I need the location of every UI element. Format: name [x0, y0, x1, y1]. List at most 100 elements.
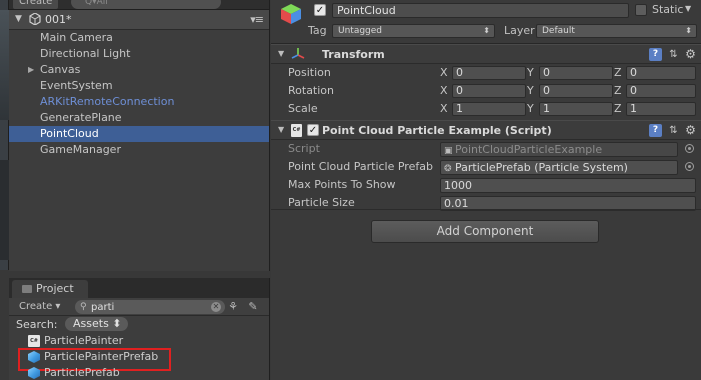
project-tab-bar: Project [9, 278, 269, 298]
static-dropdown-icon[interactable]: ▼ [685, 4, 691, 13]
max-points-field[interactable]: 1000 [440, 178, 696, 193]
inspector-header: ✓ PointCloud Static ▼ Tag Untagged ⬍ Laye… [271, 0, 701, 44]
scale-label: Scale [288, 102, 318, 115]
filter-by-label-icon[interactable]: ✎ [247, 301, 259, 313]
expand-arrow-icon[interactable]: ▼ [15, 14, 22, 24]
script-label: Script [288, 142, 320, 155]
tag-value: Untagged [338, 26, 383, 36]
rotation-label: Rotation [288, 84, 335, 97]
scale-row: Scale X 1 Y 1 Z 1 [271, 100, 701, 118]
asset-particle-painter[interactable]: C# ParticlePainter [9, 333, 269, 349]
hierarchy-item-label: EventSystem [40, 79, 113, 92]
gameobject-cube-icon [281, 4, 301, 24]
asset-label: ParticlePainter [44, 334, 124, 347]
fold-arrow-icon[interactable]: ▼ [278, 125, 284, 134]
prefab-label: Point Cloud Particle Prefab [288, 160, 433, 173]
add-component-button[interactable]: Add Component [371, 220, 599, 243]
hierarchy-item-directional-light[interactable]: Directional Light [9, 46, 269, 62]
hierarchy-search-input[interactable]: Q▾All [71, 0, 221, 9]
prefab-object-field[interactable]: ❂ ParticlePrefab (Particle System) [440, 160, 678, 175]
project-search-box[interactable]: ⚲ ✕ [75, 300, 225, 314]
hierarchy-create-button[interactable]: Create [13, 0, 59, 9]
fold-arrow-icon[interactable]: ▼ [278, 49, 284, 58]
help-icon[interactable]: ? [649, 48, 662, 61]
scene-ground [0, 160, 9, 260]
hierarchy-item-canvas[interactable]: ▶ Canvas [9, 62, 269, 78]
hierarchy-item-game-manager[interactable]: GameManager [9, 142, 269, 158]
hierarchy-item-main-camera[interactable]: Main Camera [9, 30, 269, 46]
axis-z-label: Z [614, 84, 622, 97]
position-x-field[interactable]: 0 [452, 66, 526, 80]
scale-y-field[interactable]: 1 [539, 102, 613, 116]
prefab-value: ParticlePrefab (Particle System) [455, 161, 628, 174]
hierarchy-toolbar: Create Q▾All [9, 0, 269, 10]
max-points-row: Max Points To Show 1000 [271, 176, 701, 194]
rotation-z-field[interactable]: 0 [626, 84, 696, 98]
static-checkbox[interactable] [635, 4, 647, 16]
expand-arrow-icon[interactable]: ▶ [28, 62, 34, 78]
prefab-icon [28, 351, 40, 363]
hierarchy-item-label: Main Camera [40, 31, 113, 44]
script-component-title: Point Cloud Particle Example (Script) [322, 124, 552, 137]
filter-by-type-icon[interactable]: ⚘ [227, 301, 239, 313]
scene-menu-icon[interactable]: ▾≡ [250, 13, 264, 26]
component-divider [271, 209, 701, 210]
active-checkbox[interactable]: ✓ [314, 4, 326, 16]
help-icon[interactable]: ? [649, 124, 662, 137]
scene-view-edge [0, 0, 9, 270]
scale-x-field[interactable]: 1 [452, 102, 526, 116]
tab-project-label: Project [36, 282, 74, 295]
asset-particle-prefab[interactable]: ParticlePrefab [9, 365, 269, 380]
rotation-row: Rotation X 0 Y 0 Z 0 [271, 82, 701, 100]
folder-icon [22, 285, 32, 293]
max-points-label: Max Points To Show [288, 178, 396, 191]
hierarchy-item-label: GameManager [40, 143, 121, 156]
gear-icon[interactable]: ⚙ [684, 48, 697, 61]
scale-z-field[interactable]: 1 [626, 102, 696, 116]
unity-scene-icon [29, 13, 41, 25]
rotation-y-field[interactable]: 0 [539, 84, 613, 98]
search-scope-dropdown[interactable]: Assets ⬍ [65, 317, 128, 331]
transform-component-header[interactable]: ▼ Transform ? ⇅ ⚙ [271, 44, 701, 64]
script-component-header[interactable]: ▼ C# ✓ Point Cloud Particle Example (Scr… [271, 120, 701, 140]
axis-z-label: Z [614, 102, 622, 115]
clear-search-icon[interactable]: ✕ [211, 302, 221, 312]
tag-dropdown[interactable]: Untagged ⬍ [332, 24, 495, 38]
gear-icon[interactable]: ⚙ [684, 124, 697, 137]
dropdown-arrow-icon: ⬍ [483, 26, 490, 35]
cs-script-icon: C# [28, 335, 40, 347]
project-panel: Project Create ▾ ⚲ ✕ ⚘ ✎ Search: Assets … [9, 278, 270, 380]
object-picker-icon[interactable] [685, 162, 694, 171]
axis-y-label: Y [527, 102, 534, 115]
scene-name: 001* [45, 13, 72, 26]
hierarchy-item-arkit-remote-connection[interactable]: ARKitRemoteConnection [9, 94, 269, 110]
tab-project[interactable]: Project [12, 280, 88, 298]
hierarchy-panel: Create Q▾All ▼ 001* ▾≡ Main Camera Direc… [9, 0, 270, 271]
hierarchy-item-generate-plane[interactable]: GeneratePlane [9, 110, 269, 126]
cs-script-icon: ▣ [444, 146, 453, 156]
position-y-field[interactable]: 0 [539, 66, 613, 80]
project-create-button[interactable]: Create ▾ [19, 300, 60, 314]
hierarchy-item-point-cloud[interactable]: PointCloud [9, 126, 269, 142]
hierarchy-item-label: Canvas [40, 63, 81, 76]
object-name-field[interactable]: PointCloud [332, 3, 629, 18]
preset-icon[interactable]: ⇅ [667, 48, 680, 61]
transform-title: Transform [322, 48, 385, 61]
asset-particle-painter-prefab[interactable]: ParticlePainterPrefab [9, 348, 269, 371]
prefab-row: Point Cloud Particle Prefab ❂ ParticlePre… [271, 158, 701, 176]
inspector-panel: ✓ PointCloud Static ▼ Tag Untagged ⬍ Laye… [271, 0, 701, 380]
scene-header[interactable]: ▼ 001* ▾≡ [9, 10, 269, 30]
hierarchy-item-label: Directional Light [40, 47, 131, 60]
position-row: Position X 0 Y 0 Z 0 [271, 64, 701, 82]
project-search-input[interactable] [91, 300, 201, 314]
preset-icon[interactable]: ⇅ [667, 124, 680, 137]
position-z-field[interactable]: 0 [626, 66, 696, 80]
hierarchy-item-event-system[interactable]: EventSystem [9, 78, 269, 94]
layer-dropdown[interactable]: Default ⬍ [536, 24, 697, 38]
rotation-x-field[interactable]: 0 [452, 84, 526, 98]
script-enabled-checkbox[interactable]: ✓ [307, 124, 319, 136]
axis-y-label: Y [527, 66, 534, 79]
hierarchy-item-label: ARKitRemoteConnection [40, 95, 175, 108]
search-scope-label: Search: [16, 318, 58, 331]
axis-x-label: X [440, 66, 448, 79]
